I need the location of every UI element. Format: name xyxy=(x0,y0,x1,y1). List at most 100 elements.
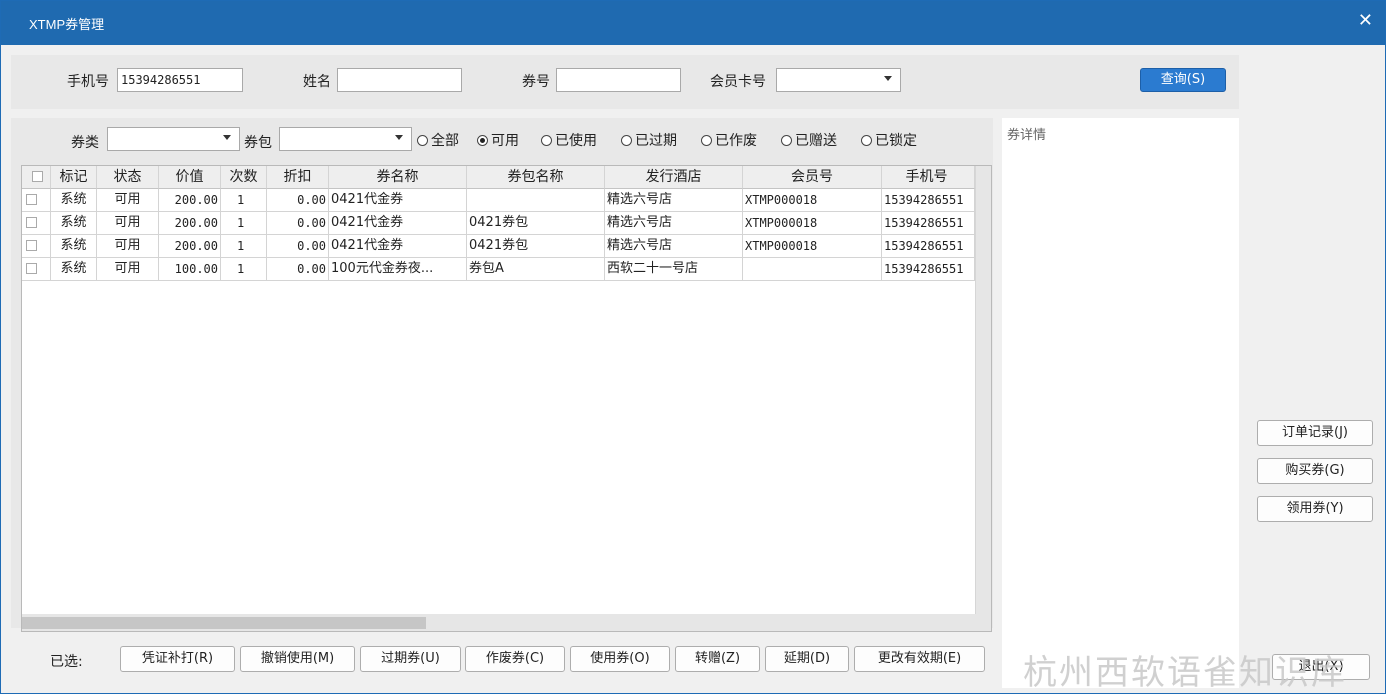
row-checkbox[interactable] xyxy=(22,235,51,258)
horizontal-scrollbar[interactable] xyxy=(22,614,975,631)
radio-voided[interactable]: 已作废 xyxy=(701,130,757,150)
column-header[interactable]: 手机号 xyxy=(882,166,975,189)
cell-times: 1 xyxy=(221,258,267,281)
use-coupon-button[interactable]: 使用券(O) xyxy=(570,646,670,672)
radio-gifted[interactable]: 已赠送 xyxy=(781,130,837,150)
radio-circle-icon xyxy=(701,134,712,146)
phone-label: 手机号 xyxy=(67,74,109,90)
close-icon[interactable]: ✕ xyxy=(1358,11,1373,31)
radio-circle-icon xyxy=(621,134,632,146)
phone-input[interactable]: 15394286551 xyxy=(117,68,243,92)
watermark: 杭州西软语雀知识库 xyxy=(1023,653,1347,693)
coupon-no-label: 券号 xyxy=(522,74,550,90)
cell-discount: 0.00 xyxy=(267,212,329,235)
column-header[interactable]: 价值 xyxy=(159,166,221,189)
transfer-button[interactable]: 转赠(Z) xyxy=(675,646,760,672)
radio-circle-icon xyxy=(417,134,428,146)
coupon-type-select[interactable] xyxy=(107,127,240,151)
cell-coupon-name: 0421代金券 xyxy=(329,235,467,258)
column-header[interactable]: 次数 xyxy=(221,166,267,189)
column-header[interactable]: 券包名称 xyxy=(467,166,605,189)
row-checkbox[interactable] xyxy=(22,212,51,235)
cell-pack-name: 券包A xyxy=(467,258,605,281)
chevron-down-icon xyxy=(395,135,403,140)
claim-coupon-button[interactable]: 领用券(Y) xyxy=(1257,496,1373,522)
extend-button[interactable]: 延期(D) xyxy=(765,646,849,672)
cell-status: 可用 xyxy=(97,189,159,212)
cell-pack-name: 0421券包 xyxy=(467,235,605,258)
coupon-type-label: 券类 xyxy=(71,135,99,151)
coupon-detail-panel: 券详情 xyxy=(1002,118,1239,688)
scrollbar-corner xyxy=(975,614,991,631)
header-select-all[interactable] xyxy=(22,166,51,189)
row-checkbox[interactable] xyxy=(22,258,51,281)
column-header[interactable]: 发行酒店 xyxy=(605,166,743,189)
table-row[interactable]: 系统 可用 200.00 1 0.00 0421代金券 0421券包 精选六号店… xyxy=(22,235,975,258)
cell-pack-name xyxy=(467,189,605,212)
coupon-no-input[interactable] xyxy=(556,68,681,92)
chevron-down-icon xyxy=(884,76,892,81)
cell-hotel: 精选六号店 xyxy=(605,189,743,212)
cell-phone: 15394286551 xyxy=(882,189,975,212)
cell-coupon-name: 100元代金券夜... xyxy=(329,258,467,281)
buy-coupon-button[interactable]: 购买券(G) xyxy=(1257,458,1373,484)
cell-mark: 系统 xyxy=(51,212,97,235)
cell-mark: 系统 xyxy=(51,189,97,212)
reprint-voucher-button[interactable]: 凭证补打(R) xyxy=(120,646,235,672)
checkbox-icon[interactable] xyxy=(26,194,37,205)
expire-coupon-button[interactable]: 过期券(U) xyxy=(360,646,461,672)
query-button[interactable]: 查询(S) xyxy=(1140,68,1226,92)
coupon-pack-label: 券包 xyxy=(244,135,272,151)
cell-member-no xyxy=(743,258,882,281)
column-header[interactable]: 会员号 xyxy=(743,166,882,189)
cell-value: 100.00 xyxy=(159,258,221,281)
revoke-use-button[interactable]: 撤销使用(M) xyxy=(240,646,355,672)
radio-locked[interactable]: 已锁定 xyxy=(861,130,917,150)
name-label: 姓名 xyxy=(303,74,331,90)
cell-hotel: 精选六号店 xyxy=(605,212,743,235)
cell-status: 可用 xyxy=(97,212,159,235)
cell-value: 200.00 xyxy=(159,235,221,258)
radio-used[interactable]: 已使用 xyxy=(541,130,597,150)
checkbox-icon[interactable] xyxy=(26,217,37,228)
radio-circle-icon xyxy=(861,134,872,146)
coupon-pack-select[interactable] xyxy=(279,127,412,151)
window-title: XTMP券管理 xyxy=(29,17,105,32)
checkbox-icon[interactable] xyxy=(31,171,43,182)
title-bar: XTMP券管理 ✕ xyxy=(1,1,1385,45)
cell-member-no: XTMP000018 xyxy=(743,212,882,235)
cell-phone: 15394286551 xyxy=(882,212,975,235)
radio-circle-icon xyxy=(781,134,792,146)
vertical-scrollbar[interactable] xyxy=(975,166,991,614)
column-header[interactable]: 标记 xyxy=(51,166,97,189)
coupon-management-window: XTMP券管理 ✕ 手机号 15394286551 姓名 券号 会员卡号 查询(… xyxy=(0,0,1386,694)
cell-value: 200.00 xyxy=(159,212,221,235)
radio-expired[interactable]: 已过期 xyxy=(621,130,677,150)
row-checkbox[interactable] xyxy=(22,189,51,212)
cell-discount: 0.00 xyxy=(267,258,329,281)
table-row[interactable]: 系统 可用 200.00 1 0.00 0421代金券 0421券包 精选六号店… xyxy=(22,212,975,235)
cell-coupon-name: 0421代金券 xyxy=(329,212,467,235)
order-record-button[interactable]: 订单记录(J) xyxy=(1257,420,1373,446)
cell-member-no: XTMP000018 xyxy=(743,235,882,258)
checkbox-icon[interactable] xyxy=(26,240,37,251)
table-row[interactable]: 系统 可用 200.00 1 0.00 0421代金券 精选六号店 XTMP00… xyxy=(22,189,975,212)
radio-available[interactable]: 可用 xyxy=(477,130,519,150)
cell-mark: 系统 xyxy=(51,235,97,258)
cell-discount: 0.00 xyxy=(267,235,329,258)
selected-label: 已选: xyxy=(50,654,83,670)
scrollbar-thumb[interactable] xyxy=(22,617,426,629)
radio-all[interactable]: 全部 xyxy=(417,130,459,150)
change-validity-button[interactable]: 更改有效期(E) xyxy=(854,646,985,672)
cell-value: 200.00 xyxy=(159,189,221,212)
column-header[interactable]: 券名称 xyxy=(329,166,467,189)
member-card-select[interactable] xyxy=(776,68,901,92)
table-row[interactable]: 系统 可用 100.00 1 0.00 100元代金券夜... 券包A 西软二十… xyxy=(22,258,975,281)
cell-discount: 0.00 xyxy=(267,189,329,212)
name-input[interactable] xyxy=(337,68,462,92)
cell-phone: 15394286551 xyxy=(882,258,975,281)
column-header[interactable]: 状态 xyxy=(97,166,159,189)
checkbox-icon[interactable] xyxy=(26,263,37,274)
void-coupon-button[interactable]: 作废券(C) xyxy=(465,646,565,672)
column-header[interactable]: 折扣 xyxy=(267,166,329,189)
